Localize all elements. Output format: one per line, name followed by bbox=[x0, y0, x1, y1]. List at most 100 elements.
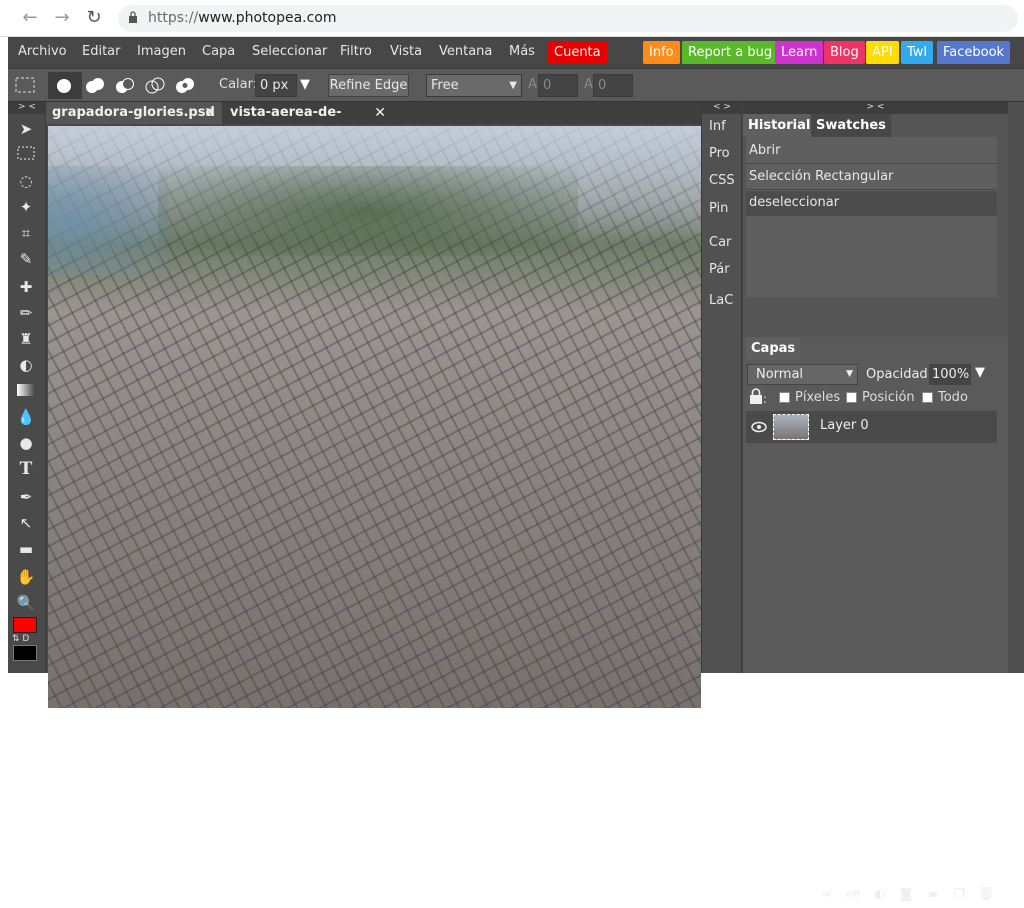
lasso-tool-icon[interactable]: ◌ bbox=[15, 170, 37, 192]
panel-paragraph-button[interactable]: Pár bbox=[702, 257, 742, 283]
menu-ventana[interactable]: Ventana bbox=[439, 44, 492, 59]
menu-archivo[interactable]: Archivo bbox=[18, 44, 67, 59]
layer-mask-icon[interactable]: ◙ bbox=[897, 887, 915, 903]
lock-pixels-checkbox[interactable] bbox=[779, 392, 790, 403]
lock-icon bbox=[129, 11, 137, 23]
magic-wand-tool-icon[interactable]: ✦ bbox=[15, 196, 37, 218]
style-dropdown-icon: ▼ bbox=[509, 80, 517, 91]
eraser-tool-icon[interactable]: ◐ bbox=[15, 354, 37, 376]
layer-effects-button[interactable]: eff bbox=[844, 887, 862, 903]
browser-toolbar: ← → ↻ https://www.photopea.com bbox=[0, 0, 1024, 37]
healing-brush-tool-icon[interactable]: ✚ bbox=[15, 276, 37, 298]
tools-panel: > < ➤ ◌ ✦ ⌗ ✎ ✚ ✏ ♜ ◐ 💧 ● T ✒ ↖ ▬ ✋ 🔍 ⇅ … bbox=[8, 102, 46, 673]
document-tabs: grapadora-glories.psd ✕ vista-aerea-de-b… bbox=[46, 102, 701, 142]
right-scrollbar[interactable] bbox=[1008, 102, 1024, 673]
dodge-tool-icon[interactable]: ● bbox=[15, 432, 37, 454]
new-folder-icon[interactable]: ▰ bbox=[924, 887, 942, 903]
feather-input[interactable]: 0 px bbox=[255, 74, 297, 97]
account-button[interactable]: Cuenta bbox=[548, 41, 607, 64]
panel-css-button[interactable]: CSS bbox=[702, 168, 742, 194]
panel-properties-button[interactable]: Pro bbox=[702, 141, 742, 167]
menu-filtro[interactable]: Filtro bbox=[340, 44, 372, 59]
crop-tool-icon[interactable]: ⌗ bbox=[15, 222, 37, 244]
menu-vista[interactable]: Vista bbox=[390, 44, 422, 59]
selection-add-icon[interactable] bbox=[85, 77, 105, 95]
collapse-right-toggle[interactable]: > < bbox=[743, 102, 1008, 114]
history-item-rect-select[interactable]: Selección Rectangular bbox=[746, 165, 997, 190]
menu-imagen[interactable]: Imagen bbox=[137, 44, 186, 59]
type-tool-icon[interactable]: T bbox=[15, 458, 37, 480]
feather-dropdown-icon[interactable]: ▼ bbox=[300, 77, 310, 92]
width-input[interactable]: 0 bbox=[538, 74, 578, 97]
lock-all-label: Todo bbox=[938, 390, 968, 405]
gradient-tool-icon[interactable] bbox=[15, 380, 37, 402]
marquee-tool-icon[interactable] bbox=[14, 76, 36, 94]
tab-layers[interactable]: Capas bbox=[746, 337, 801, 360]
height-input[interactable]: 0 bbox=[593, 74, 633, 97]
clone-stamp-tool-icon[interactable]: ♜ bbox=[15, 328, 37, 350]
blend-mode-select[interactable]: Normal ▼ bbox=[747, 364, 858, 385]
tab-swatches[interactable]: Swatches bbox=[811, 114, 891, 137]
blur-tool-icon[interactable]: 💧 bbox=[15, 406, 37, 428]
style-select[interactable]: Free ▼ bbox=[426, 74, 522, 97]
lock-all-checkbox[interactable] bbox=[922, 392, 933, 403]
path-select-tool-icon[interactable]: ↖ bbox=[15, 512, 37, 534]
history-item-deselect[interactable]: deseleccionar bbox=[746, 191, 997, 216]
lock-position-checkbox[interactable] bbox=[846, 392, 857, 403]
tab-vista-aerea[interactable]: vista-aerea-de-barce.. ✕ bbox=[224, 102, 392, 142]
new-layer-icon[interactable]: ❐ bbox=[950, 887, 968, 903]
link-layers-icon[interactable]: ∞ bbox=[818, 887, 836, 903]
move-tool-icon[interactable]: ➤ bbox=[15, 118, 37, 140]
reload-icon[interactable]: ↻ bbox=[82, 6, 106, 30]
default-colors-icon[interactable]: ⇅ D bbox=[12, 634, 29, 644]
address-bar[interactable]: https://www.photopea.com bbox=[118, 5, 1018, 32]
report-bug-link[interactable]: Report a bug bbox=[682, 41, 779, 64]
foreground-color-swatch[interactable] bbox=[13, 617, 37, 633]
forward-arrow-icon[interactable]: → bbox=[50, 6, 74, 30]
rectangle-tool-icon[interactable]: ▬ bbox=[15, 538, 37, 560]
opacity-dropdown-icon[interactable]: ▼ bbox=[975, 365, 985, 380]
background-color-swatch[interactable] bbox=[13, 645, 37, 661]
selection-subtract-icon[interactable] bbox=[115, 77, 135, 95]
tab-grapadora-glories[interactable]: grapadora-glories.psd ✕ bbox=[46, 102, 222, 124]
eye-icon[interactable] bbox=[751, 420, 767, 434]
eyedropper-tool-icon[interactable]: ✎ bbox=[15, 248, 37, 270]
layer-row[interactable]: Layer 0 bbox=[746, 411, 997, 443]
selection-xor-icon[interactable] bbox=[175, 77, 195, 95]
menu-seleccionar[interactable]: Seleccionar bbox=[252, 44, 327, 59]
info-link[interactable]: Info bbox=[643, 41, 680, 64]
menu-editar[interactable]: Editar bbox=[82, 44, 121, 59]
pen-tool-icon[interactable]: ✒ bbox=[15, 486, 37, 508]
opacity-input[interactable]: 100% bbox=[929, 364, 971, 385]
adjustment-layer-icon[interactable]: ◐ bbox=[871, 887, 889, 903]
api-link[interactable]: API bbox=[866, 41, 899, 64]
hand-tool-icon[interactable]: ✋ bbox=[15, 566, 37, 588]
refine-edge-button[interactable]: Refine Edge bbox=[328, 74, 409, 97]
selection-intersect-icon[interactable] bbox=[145, 77, 165, 95]
twitter-link[interactable]: Twl bbox=[901, 41, 934, 64]
facebook-link[interactable]: Facebook bbox=[937, 41, 1011, 64]
collapse-mid-toggle[interactable]: < > bbox=[702, 102, 742, 114]
close-tab-icon[interactable]: ✕ bbox=[374, 102, 386, 124]
collapsed-panels: < > Inf Pro CSS Pin Car Pár LaC bbox=[701, 102, 742, 673]
blend-dropdown-icon: ▼ bbox=[846, 369, 853, 379]
history-item-abrir[interactable]: Abrir bbox=[746, 139, 997, 164]
tab-history[interactable]: Historial bbox=[743, 114, 816, 137]
collapse-tools-toggle[interactable]: > < bbox=[8, 102, 46, 114]
blog-link[interactable]: Blog bbox=[824, 41, 865, 64]
document-canvas[interactable] bbox=[48, 126, 701, 708]
zoom-tool-icon[interactable]: 🔍 bbox=[15, 592, 37, 614]
back-arrow-icon[interactable]: ← bbox=[18, 6, 42, 30]
close-tab-icon[interactable]: ✕ bbox=[204, 102, 216, 124]
panel-info-button[interactable]: Inf bbox=[702, 114, 742, 140]
default-colors-label: D bbox=[22, 634, 30, 644]
menu-mas[interactable]: Más bbox=[509, 44, 535, 59]
learn-link[interactable]: Learn bbox=[775, 41, 824, 64]
delete-layer-icon[interactable]: 🗑 bbox=[977, 887, 995, 903]
panel-character-button[interactable]: Car bbox=[702, 230, 742, 256]
brush-tool-icon[interactable]: ✏ bbox=[15, 302, 37, 324]
panel-brush-button[interactable]: Pin bbox=[702, 196, 742, 222]
marquee-select-tool-icon[interactable] bbox=[15, 144, 37, 166]
panel-layer-comps-button[interactable]: LaC bbox=[702, 288, 742, 314]
menu-capa[interactable]: Capa bbox=[202, 44, 235, 59]
